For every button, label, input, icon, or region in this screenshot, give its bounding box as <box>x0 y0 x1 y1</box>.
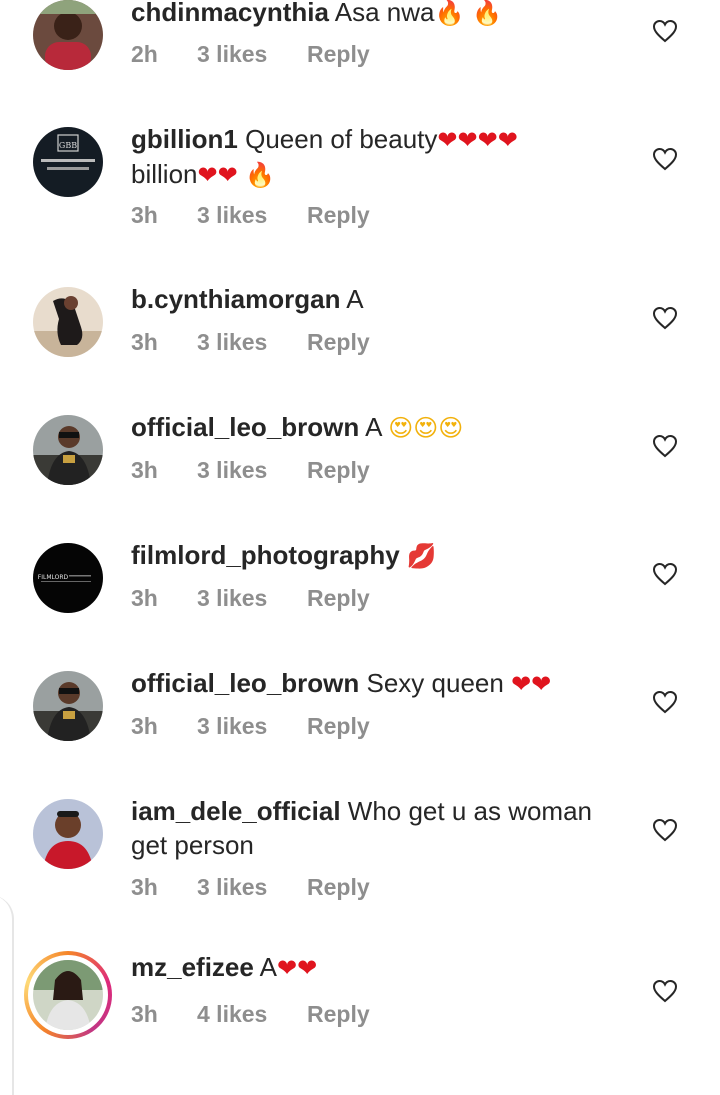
comment-likes[interactable]: 3 likes <box>197 200 307 230</box>
avatar[interactable] <box>33 671 103 741</box>
comment-time: 3h <box>131 713 158 739</box>
comment-username[interactable]: mz_efizee <box>131 952 254 982</box>
avatar[interactable]: GBB <box>33 127 103 197</box>
comment-username[interactable]: chdinmacynthia <box>131 0 329 27</box>
gbillion1-logo-text: GBB <box>59 141 77 150</box>
comment-meta: 3h 3 likes Reply <box>131 583 370 613</box>
comment-text: official_leo_brown A 😍😍😍 <box>131 410 621 445</box>
reply-button[interactable]: Reply <box>307 872 370 902</box>
heart-eyes-emoji: 😍😍😍 <box>388 414 464 442</box>
comment-text: iam_dele_official Who get u as woman get… <box>131 794 621 862</box>
comment-body-continued: billion <box>131 159 198 189</box>
heart-outline-icon[interactable] <box>652 306 678 330</box>
comment-time: 3h <box>131 457 158 483</box>
comment-meta: 3h 3 likes Reply <box>131 327 370 357</box>
comment-likes[interactable]: 3 likes <box>197 711 307 741</box>
comment-text: gbillion1 Queen of beauty❤❤❤❤ billion❤❤ … <box>131 122 621 192</box>
comment-likes[interactable]: 3 likes <box>197 39 307 69</box>
heart-outline-icon[interactable] <box>652 434 678 458</box>
comment-likes[interactable]: 4 likes <box>197 999 307 1029</box>
avatar[interactable] <box>33 415 103 485</box>
heart-outline-icon[interactable] <box>652 562 678 586</box>
comment-username[interactable]: official_leo_brown <box>131 668 359 698</box>
comment-time: 3h <box>131 202 158 228</box>
comment-likes[interactable]: 3 likes <box>197 872 307 902</box>
avatar[interactable]: FILMLORD <box>33 543 103 613</box>
avatar[interactable] <box>33 799 103 869</box>
comment-body: A <box>346 284 364 314</box>
reply-button[interactable]: Reply <box>307 583 370 613</box>
comment-time: 3h <box>131 329 158 355</box>
comment-username[interactable]: official_leo_brown <box>131 412 359 442</box>
comment-username[interactable]: gbillion1 <box>131 124 238 154</box>
comment-likes[interactable]: 3 likes <box>197 455 307 485</box>
heart-outline-icon[interactable] <box>652 818 678 842</box>
heart-outline-icon[interactable] <box>652 147 678 171</box>
comment-meta: 3h 3 likes Reply <box>131 872 370 902</box>
reply-button[interactable]: Reply <box>307 455 370 485</box>
heart-outline-icon[interactable] <box>652 690 678 714</box>
avatar[interactable] <box>33 287 103 357</box>
comment-body: Who get u as woman <box>347 796 593 826</box>
reply-button[interactable]: Reply <box>307 39 370 69</box>
comment-meta: 3h 3 likes Reply <box>131 455 370 485</box>
reply-button[interactable]: Reply <box>307 711 370 741</box>
heart-fire-emoji: ❤❤ 🔥 <box>197 161 276 189</box>
fire-emoji: 🔥 🔥 <box>434 0 502 27</box>
comment-body-continued: get person <box>131 830 254 860</box>
comment-time: 2h <box>131 41 158 67</box>
comment-text: chdinmacynthia Asa nwa🔥 🔥 <box>131 0 621 30</box>
comment-text: official_leo_brown Sexy queen ❤❤ <box>131 666 621 701</box>
heart-emoji: ❤❤ <box>511 670 552 698</box>
story-ring[interactable] <box>24 951 112 1039</box>
comment-meta: 3h 4 likes Reply <box>131 999 370 1029</box>
comment-body: Sexy queen <box>366 668 504 698</box>
comment-meta: 3h 3 likes Reply <box>131 711 370 741</box>
screen-edge <box>0 895 14 1095</box>
heart-outline-icon[interactable] <box>652 979 678 1003</box>
heart-outline-icon[interactable] <box>652 19 678 43</box>
comment-time: 3h <box>131 1001 158 1027</box>
comment-body: A <box>259 952 277 982</box>
comment-time: 3h <box>131 585 158 611</box>
reply-button[interactable]: Reply <box>307 999 370 1029</box>
comment-likes[interactable]: 3 likes <box>197 327 307 357</box>
comment-text: b.cynthiamorgan A <box>131 282 621 316</box>
comment-body: Asa nwa <box>334 0 435 27</box>
comment-meta: 2h 3 likes Reply <box>131 39 370 69</box>
filmlord-logo-text: FILMLORD <box>38 574 69 581</box>
reply-button[interactable]: Reply <box>307 200 370 230</box>
comment-body: Queen of beauty <box>245 124 438 154</box>
reply-button[interactable]: Reply <box>307 327 370 357</box>
avatar[interactable] <box>33 0 103 70</box>
comment-text: filmlord_photography 💋 <box>131 538 621 573</box>
comment-likes[interactable]: 3 likes <box>197 583 307 613</box>
comment-time: 3h <box>131 874 158 900</box>
comment-text: mz_efizee A❤❤ <box>131 950 621 985</box>
comment-meta: 3h 3 likes Reply <box>131 200 370 230</box>
kiss-mark-emoji: 💋 <box>406 542 437 570</box>
comment-username[interactable]: filmlord_photography <box>131 540 400 570</box>
comment-body: A <box>365 412 381 442</box>
heart-emoji: ❤❤ <box>276 954 318 982</box>
comment-username[interactable]: b.cynthiamorgan <box>131 284 340 314</box>
heart-emoji: ❤❤❤❤ <box>437 126 518 154</box>
comment-username[interactable]: iam_dele_official <box>131 796 341 826</box>
avatar[interactable] <box>33 960 103 1030</box>
